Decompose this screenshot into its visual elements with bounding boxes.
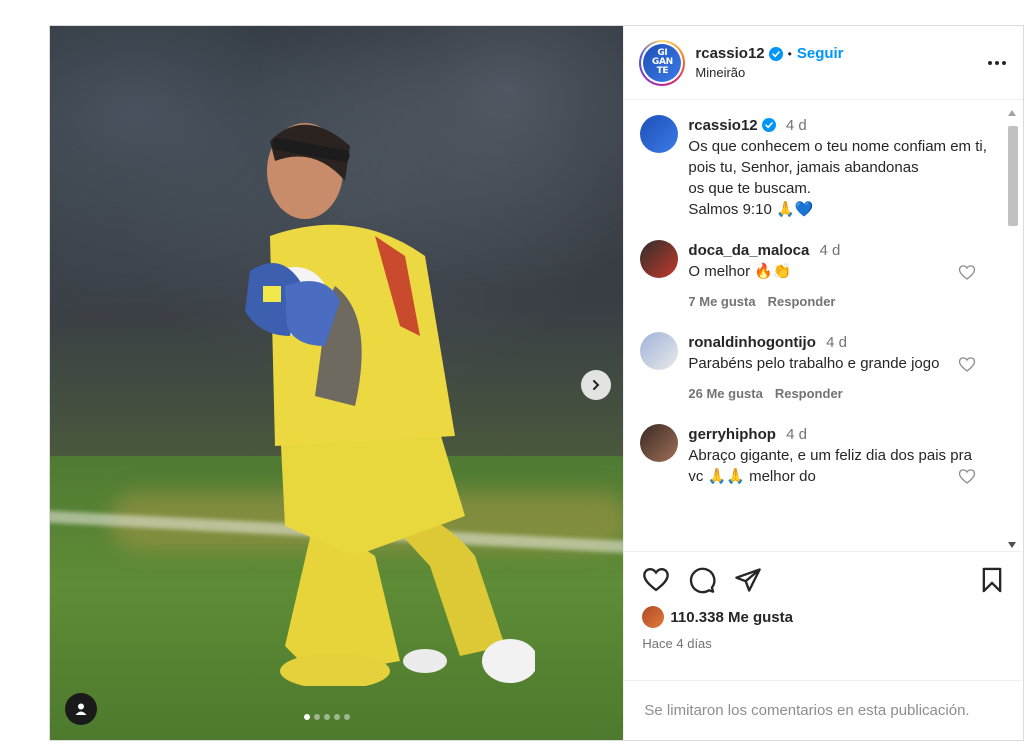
carousel-dot <box>314 714 320 720</box>
comment-item: ronaldinhogontijo 4 d Parabéns pelo trab… <box>640 332 1004 404</box>
share-icon[interactable] <box>734 566 762 594</box>
author-avatar[interactable]: GI GAN TE <box>639 39 686 86</box>
post-location[interactable]: Mineirão <box>695 65 985 80</box>
like-heart-icon[interactable] <box>642 566 670 594</box>
comment-text: Parabéns pelo trabalho e grande jogo <box>688 355 940 372</box>
verified-badge-icon <box>761 118 776 132</box>
post-caption: rcassio12 4 d Os que conhecem o teu nome… <box>640 115 1004 220</box>
like-comment-heart-icon[interactable] <box>958 264 976 282</box>
goalkeeper-photo <box>245 123 535 686</box>
comment-time[interactable]: 4 d <box>826 334 847 351</box>
comment-likes[interactable]: 7 Me gusta <box>688 291 755 312</box>
comment-avatar[interactable] <box>640 424 679 462</box>
comment-item: gerryhiphop 4 d Abraço gigante, e um fel… <box>640 424 1004 487</box>
chevron-right-icon <box>593 380 600 390</box>
user-icon <box>75 703 87 715</box>
carousel-dot <box>324 714 330 720</box>
likes-summary[interactable]: 110.338 Me gusta <box>642 606 1006 628</box>
comment-icon[interactable] <box>688 566 716 594</box>
comment-text: Abraço gigante, e um feliz dia dos pais … <box>688 447 972 485</box>
post-actions: 110.338 Me gusta Hace 4 días <box>624 551 1023 679</box>
follow-button[interactable]: Seguir <box>797 45 844 62</box>
comment-username[interactable]: doca_da_maloca <box>688 242 809 259</box>
reply-button[interactable]: Responder <box>768 291 836 312</box>
comment-likes[interactable]: 26 Me gusta <box>688 383 762 404</box>
like-comment-heart-icon[interactable] <box>958 356 976 374</box>
save-bookmark-icon[interactable] <box>978 566 1006 594</box>
comment-time[interactable]: 4 d <box>819 242 840 259</box>
likes-count[interactable]: 110.338 Me gusta <box>670 609 793 626</box>
scroll-up-arrow[interactable] <box>1008 110 1016 116</box>
carousel-indicator <box>304 714 350 720</box>
author-username[interactable]: rcassio12 <box>695 45 764 62</box>
like-comment-heart-icon[interactable] <box>958 468 976 486</box>
comment-username[interactable]: gerryhiphop <box>688 426 776 443</box>
carousel-dot <box>334 714 340 720</box>
comments-scrollbar[interactable] <box>1005 106 1019 552</box>
comments-limited-text: Se limitaron los comentarios en esta pub… <box>644 702 970 719</box>
tagged-users-button[interactable] <box>65 693 97 725</box>
caption-avatar[interactable] <box>640 115 679 153</box>
comment-item: doca_da_maloca 4 d O melhor 🔥👏 7 Me gust… <box>640 240 1004 312</box>
verified-badge-icon <box>768 46 783 61</box>
reply-button[interactable]: Responder <box>775 383 843 404</box>
scroll-down-arrow[interactable] <box>1008 542 1016 548</box>
separator-dot: • <box>787 46 792 61</box>
post-media <box>50 26 624 740</box>
caption-username[interactable]: rcassio12 <box>688 117 757 134</box>
post-header: GI GAN TE rcassio12 • Seguir Mineirão <box>624 26 1023 100</box>
caption-time[interactable]: 4 d <box>786 117 807 134</box>
scroll-thumb[interactable] <box>1008 126 1018 226</box>
caption-text: Os que conhecem o teu nome confiam em ti… <box>688 138 987 218</box>
comments-limited-notice: Se limitaron los comentarios en esta pub… <box>624 680 1023 740</box>
post-sidebar: GI GAN TE rcassio12 • Seguir Mineirão rc… <box>623 26 1023 740</box>
more-options-button[interactable] <box>985 51 1009 75</box>
carousel-next-button[interactable] <box>581 370 611 400</box>
more-options-icon <box>988 60 1006 65</box>
liker-avatar <box>642 606 665 628</box>
carousel-dot <box>304 714 310 720</box>
avatar-logo: GI GAN TE <box>651 48 673 76</box>
comment-avatar[interactable] <box>640 240 679 278</box>
post-modal: GI GAN TE rcassio12 • Seguir Mineirão rc… <box>49 25 1024 741</box>
carousel-dot <box>344 714 350 720</box>
comments-list: rcassio12 4 d Os que conhecem o teu nome… <box>624 101 1004 551</box>
comment-avatar[interactable] <box>640 332 679 370</box>
post-timestamp[interactable]: Hace 4 días <box>642 636 1006 651</box>
comment-text: O melhor 🔥👏 <box>688 263 792 280</box>
comment-time[interactable]: 4 d <box>786 426 807 443</box>
comment-username[interactable]: ronaldinhogontijo <box>688 334 815 351</box>
